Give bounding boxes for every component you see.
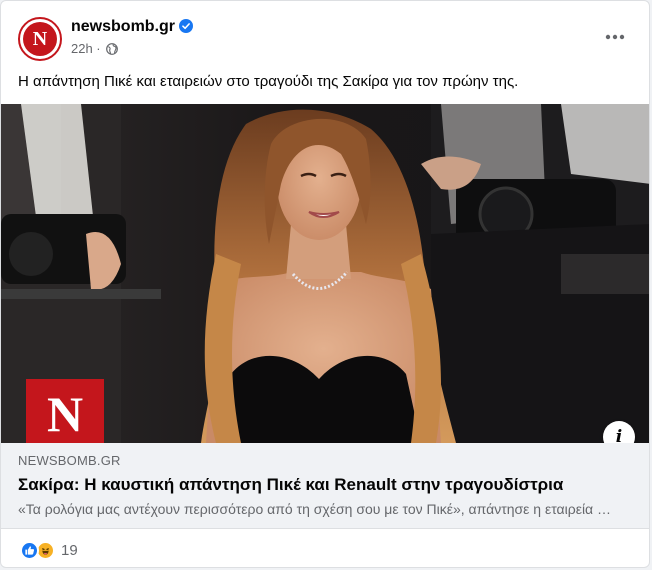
thumbs-up-icon: [25, 546, 35, 555]
post-card: N newsbomb.gr 22h · Η απάντηση Πικέ και …: [0, 0, 650, 568]
page-name-link[interactable]: newsbomb.gr: [71, 18, 175, 36]
globe-icon: [105, 42, 118, 55]
more-dots-icon: [605, 34, 625, 40]
page-avatar[interactable]: N: [18, 17, 62, 61]
post-timestamp[interactable]: 22h ·: [71, 41, 101, 56]
laughing-face-icon: [42, 548, 49, 555]
avatar-logo: N: [23, 22, 57, 56]
like-icon: [20, 541, 39, 560]
more-options-button[interactable]: [601, 23, 629, 51]
avatar-letter: N: [32, 28, 48, 50]
verified-badge-icon: [179, 19, 193, 33]
post-header: N newsbomb.gr 22h ·: [1, 1, 649, 63]
link-domain: NEWSBOMB.GR: [18, 453, 121, 468]
link-description: «Τα ρολόγια μας αντέχουν περισσότερο από…: [18, 501, 614, 517]
link-preview-text[interactable]: NEWSBOMB.GR Σακίρα: Η καυστική απάντηση …: [1, 443, 649, 529]
reaction-count: 19: [61, 542, 78, 559]
post-caption: Η απάντηση Πικέ και εταιρειών στο τραγού…: [18, 73, 519, 90]
preview-photo: N: [1, 104, 649, 443]
link-title: Σακίρα: Η καυστική απάντηση Πικέ και Ren…: [18, 475, 564, 494]
link-preview-image[interactable]: N: [1, 104, 649, 443]
reactions-summary[interactable]: 19: [20, 541, 78, 560]
post-meta: 22h ·: [71, 41, 118, 56]
newsbomb-logo-letter: N: [47, 386, 83, 442]
